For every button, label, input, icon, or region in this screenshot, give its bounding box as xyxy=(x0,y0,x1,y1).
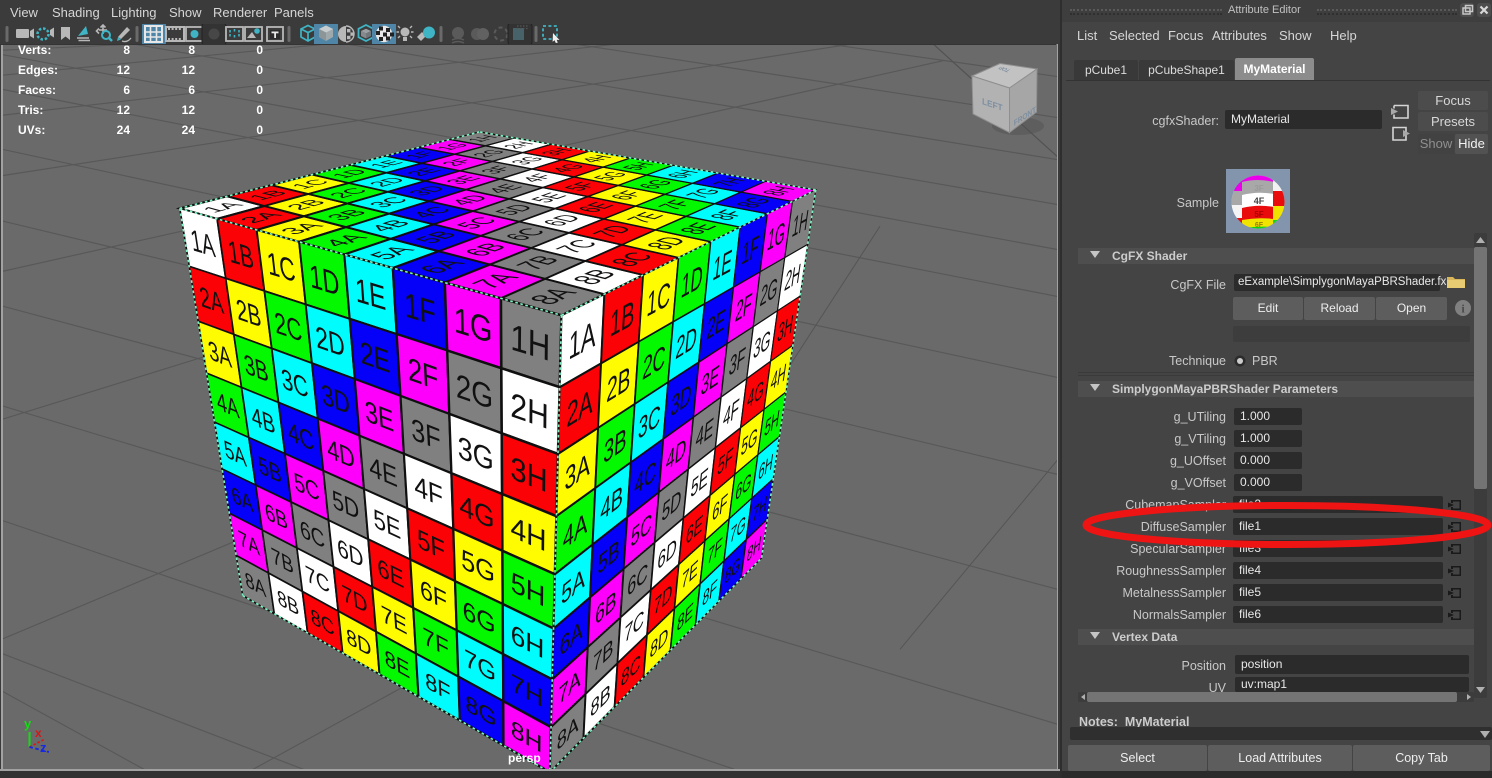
svg-text:x: x xyxy=(35,726,42,740)
svg-text:5F: 5F xyxy=(1254,210,1263,219)
svg-text:z: z xyxy=(40,740,47,755)
svg-text:4F: 4F xyxy=(1254,196,1265,206)
svg-text:y: y xyxy=(24,716,32,731)
svg-text:6F: 6F xyxy=(1255,222,1264,229)
svg-text:3F: 3F xyxy=(1254,184,1263,193)
